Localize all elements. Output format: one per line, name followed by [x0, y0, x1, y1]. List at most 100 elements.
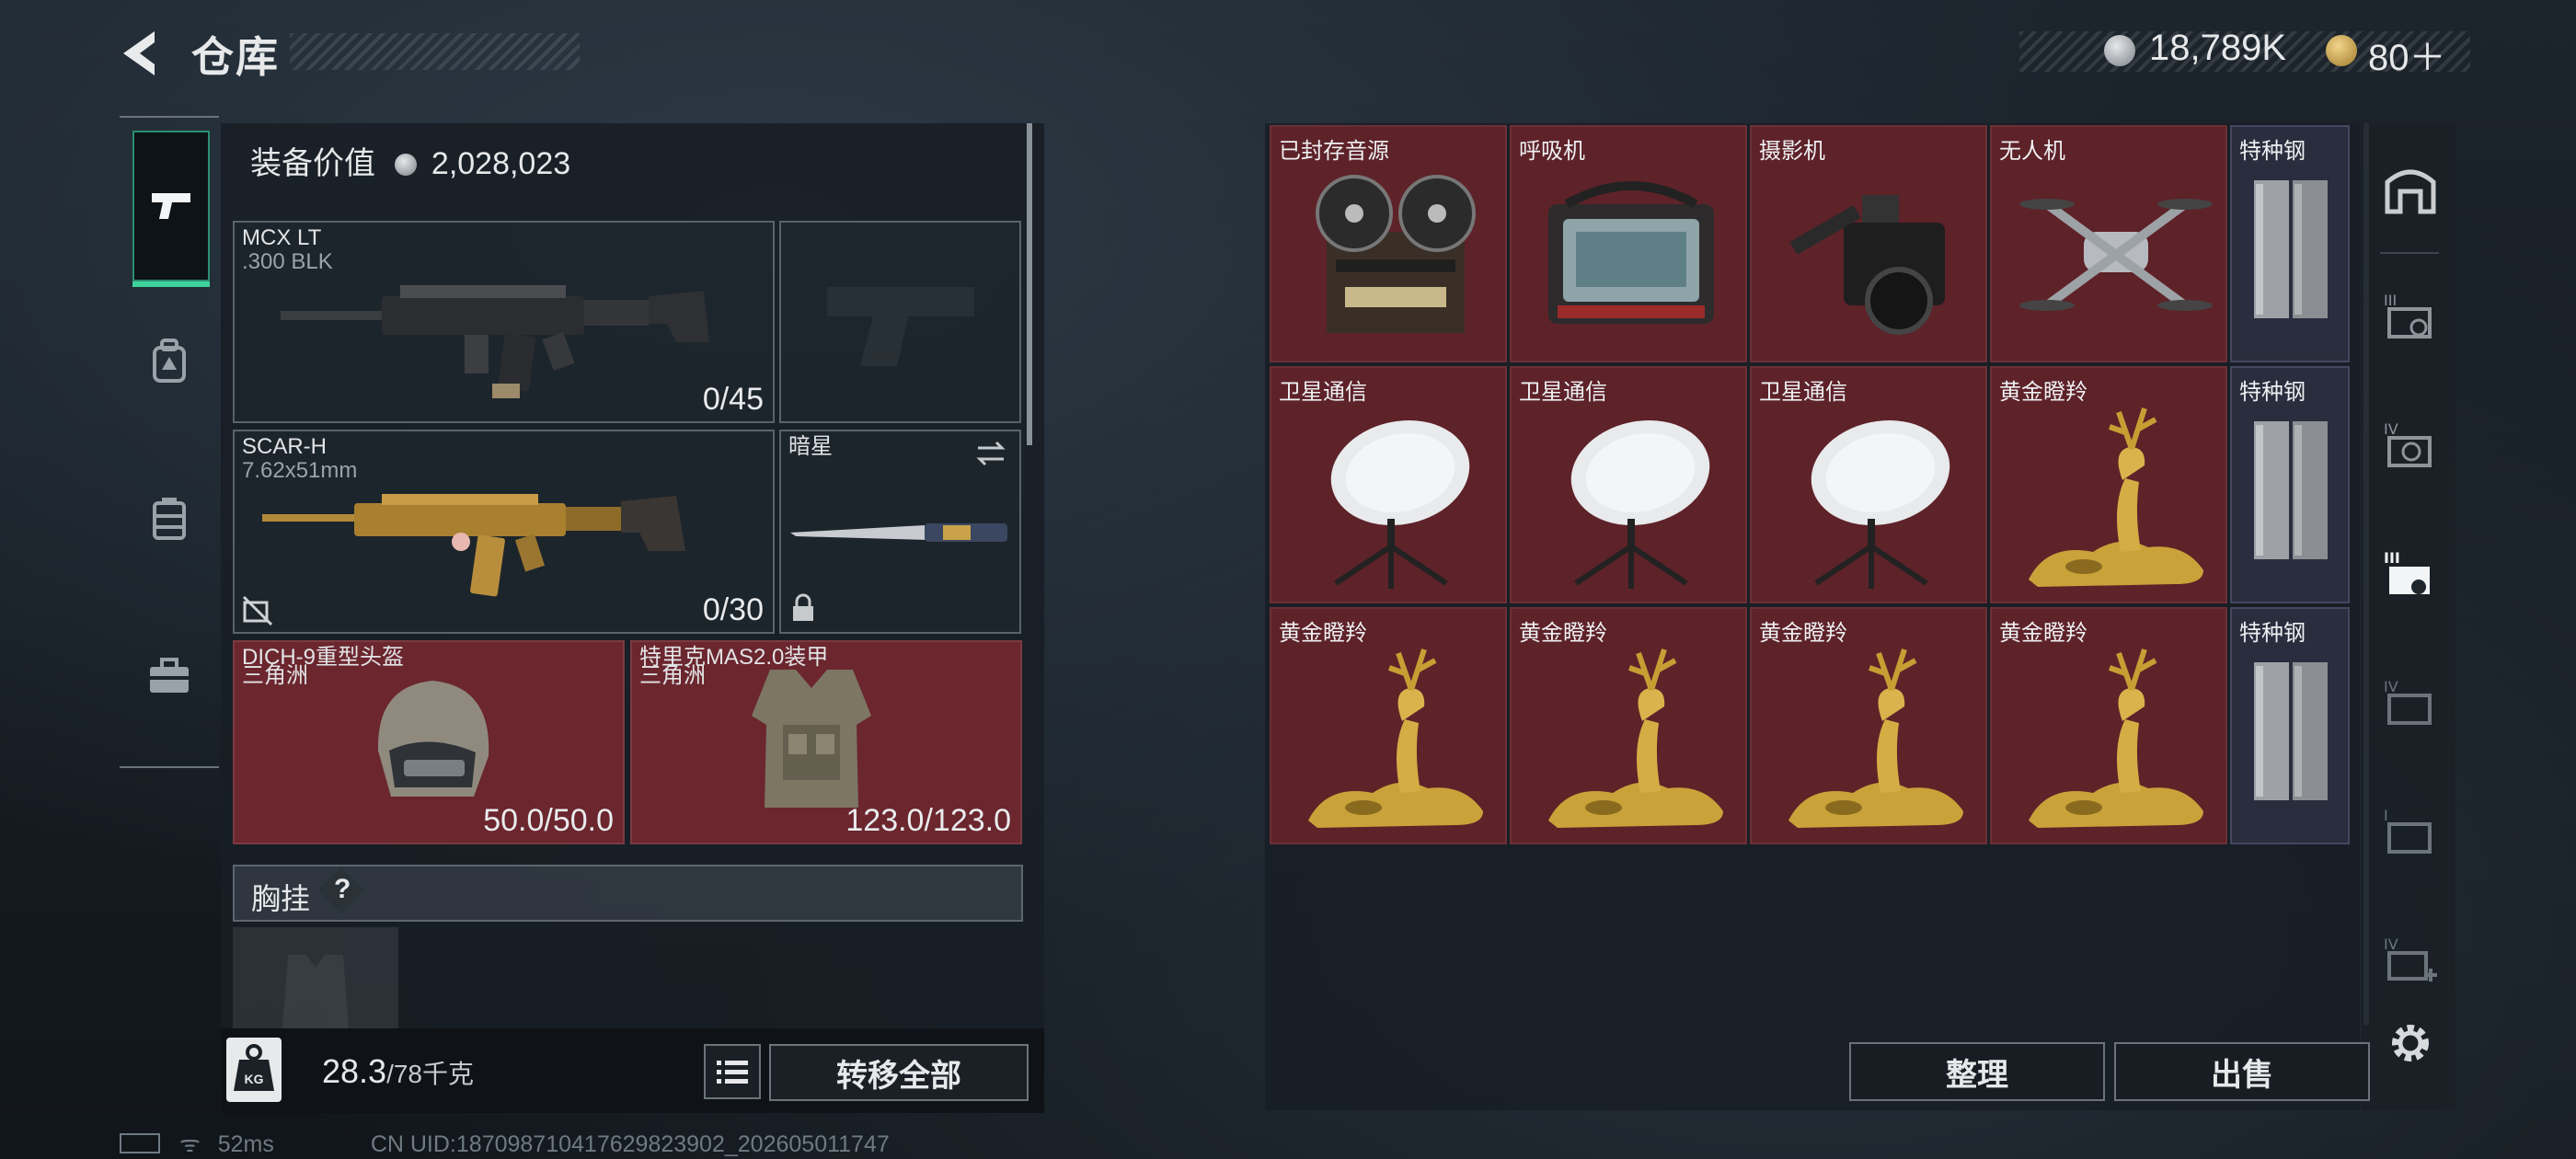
ping: 52ms — [217, 1131, 274, 1157]
transfer-all-button[interactable]: 转移全部 — [769, 1044, 1029, 1101]
storage-item-steel[interactable]: 特种钢 — [2230, 607, 2350, 844]
tab-crate-i[interactable]: I — [2382, 804, 2439, 859]
dish-image — [1530, 408, 1732, 597]
storage-item-dish[interactable]: 卫星通信 — [1270, 366, 1507, 603]
armor-slot[interactable]: 特里克MAS2.0装甲 三角洲 123.0/123.0 — [630, 640, 1022, 844]
helmet-image — [377, 681, 489, 797]
settings-button[interactable] — [2382, 1016, 2439, 1071]
item-name: 卫星通信 — [1519, 380, 1607, 405]
item-name: 特种钢 — [2239, 621, 2306, 646]
item-name: 呼吸机 — [1519, 139, 1585, 164]
item-name: 卫星通信 — [1279, 380, 1367, 405]
nav-item-toolbox[interactable] — [132, 602, 206, 750]
camera-image — [1770, 167, 1972, 347]
gazelle-image — [1530, 637, 1732, 843]
equipment-value-label: 装备价值 — [250, 146, 375, 181]
swap-icon[interactable] — [974, 439, 1007, 468]
weapon-name: MCX LT — [242, 225, 322, 250]
tab-case-iii-active[interactable]: III — [2382, 546, 2439, 602]
nav-item-backpack[interactable] — [132, 288, 206, 435]
pistol-icon — [152, 193, 190, 219]
carry-weight: 28.3/78千克 — [322, 1052, 474, 1091]
sidearm-slot[interactable] — [779, 221, 1021, 423]
currency-main: 18,789K — [2149, 28, 2287, 68]
gazelle-image — [2010, 637, 2213, 843]
storage-item-gazelle[interactable]: 黄金瞪羚 — [1510, 607, 1747, 844]
melee-slot[interactable]: 暗星 — [779, 430, 1021, 634]
case-iii-active-icon: III — [2384, 549, 2430, 594]
tab-add-case[interactable]: IV — [2382, 933, 2439, 988]
primary-weapon-slot[interactable]: MCX LT .300 BLK 0/45 — [233, 221, 775, 423]
coin-icon — [395, 154, 418, 176]
rifle-image — [262, 494, 685, 597]
vest-icon — [153, 498, 186, 540]
backpack-icon — [153, 339, 186, 383]
nav-item-vest[interactable] — [132, 445, 206, 592]
nav-item-weapons[interactable] — [132, 131, 210, 287]
knife-image — [790, 523, 1007, 542]
back-arrow-icon — [123, 31, 155, 75]
help-icon: ? — [334, 874, 351, 904]
storage-item-steel[interactable]: 特种钢 — [2230, 366, 2350, 603]
sell-button[interactable]: 出售 — [2114, 1042, 2370, 1101]
ammo-count: 0/45 — [702, 382, 764, 417]
equipment-value-amount: 2,028,023 — [431, 146, 571, 181]
helmet-slot[interactable]: DICH-9重型头盔 三角洲 50.0/50.0 — [233, 640, 625, 844]
secondary-weapon-slot[interactable]: SCAR-H 7.62x51mm 0/30 — [233, 430, 775, 634]
storage-item-camera[interactable]: 摄影机 — [1750, 125, 1987, 362]
melee-name: 暗星 — [788, 434, 833, 459]
tab-case-iii[interactable]: III — [2382, 289, 2439, 344]
armor-durability: 123.0/123.0 — [845, 803, 1011, 838]
storage-item-steel[interactable]: 特种钢 — [2230, 125, 2350, 362]
steel-image — [2241, 649, 2342, 810]
tab-house[interactable] — [2382, 160, 2439, 215]
title-decoration — [290, 33, 580, 70]
storage-item-gazelle[interactable]: 黄金瞪羚 — [1270, 607, 1507, 844]
add-case-icon: IV — [2384, 935, 2437, 981]
currency-secondary[interactable]: 80＋ — [2368, 28, 2446, 81]
lock-icon — [793, 593, 813, 621]
gazelle-image — [2010, 396, 2213, 602]
armor-image — [752, 670, 871, 808]
svg-text:IV: IV — [2384, 678, 2398, 695]
rifle-image — [281, 285, 709, 398]
crate-i-icon: I — [2384, 807, 2432, 854]
storage-item-drone[interactable]: 无人机 — [1990, 125, 2227, 362]
svg-text:III: III — [2384, 292, 2397, 309]
back-button[interactable] — [118, 28, 166, 79]
carry-weight-value: 28.3 — [322, 1052, 387, 1090]
chest-rig-slot[interactable] — [233, 927, 398, 1028]
list-view-button[interactable] — [704, 1044, 761, 1099]
storage-item-ventilator[interactable]: 呼吸机 — [1510, 125, 1747, 362]
dish-image — [1290, 408, 1492, 597]
battery-icon — [120, 1133, 160, 1153]
item-name: 特种钢 — [2239, 139, 2306, 164]
tab-crate-iv[interactable]: IV — [2382, 675, 2439, 730]
svg-text:IV: IV — [2384, 420, 2398, 438]
storage-item-gazelle[interactable]: 黄金瞪羚 — [1990, 607, 2227, 844]
chest-rig-header: 胸挂 ? — [233, 865, 1023, 922]
chest-rig-placeholder-icon — [282, 955, 349, 1028]
tab-case-iv[interactable]: IV — [2382, 418, 2439, 473]
equipment-scrollbar[interactable] — [1027, 123, 1032, 445]
item-name: 卫星通信 — [1759, 380, 1847, 405]
pistol-placeholder-icon — [827, 287, 974, 366]
crate-iv-icon: IV — [2384, 678, 2432, 725]
storage-item-dish[interactable]: 卫星通信 — [1750, 366, 1987, 603]
dish-image — [1770, 408, 1972, 597]
drone-image — [2010, 167, 2213, 347]
svg-text:KG: KG — [245, 1072, 264, 1086]
storage-grid: 已封存音源 呼吸机 摄影机 无人机 特种钢 卫星通信 卫星通信 卫星通信 黄金瞪羚 特种钢 黄金瞪羚… — [1270, 125, 2355, 852]
weapon-name: SCAR-H — [242, 434, 328, 459]
equipment-value: 装备价值 2,028,023 — [250, 138, 570, 183]
toolbox-icon — [150, 658, 189, 693]
sort-button[interactable]: 整理 — [1849, 1042, 2105, 1101]
armor-origin: 三角洲 — [639, 663, 706, 688]
wifi-icon: ᯤ — [178, 1131, 201, 1157]
svg-text:IV: IV — [2384, 935, 2398, 953]
storage-item-reel[interactable]: 已封存音源 — [1270, 125, 1507, 362]
storage-item-gazelle[interactable]: 黄金瞪羚 — [1990, 366, 2227, 603]
case-iii-icon: III — [2384, 292, 2432, 339]
storage-item-gazelle[interactable]: 黄金瞪羚 — [1750, 607, 1987, 844]
storage-item-dish[interactable]: 卫星通信 — [1510, 366, 1747, 603]
